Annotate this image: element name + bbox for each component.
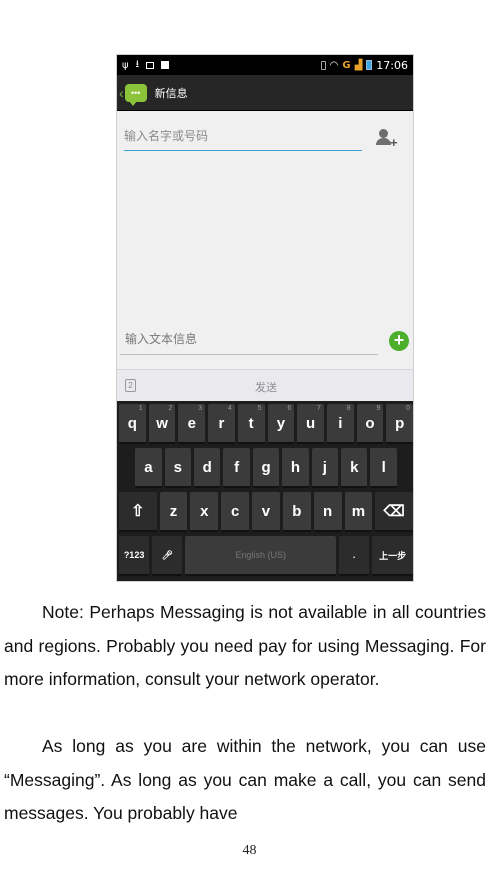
space-key[interactable]: English (US): [185, 536, 337, 576]
back-chevron-icon[interactable]: ‹: [119, 85, 124, 101]
download-icon: ⭳: [135, 58, 140, 70]
recipient-input[interactable]: 输入名字或号码: [124, 123, 362, 151]
key-number-hint: 0: [406, 405, 411, 412]
soft-keyboard: q1w2e3r4t5y6u7i8o9p0 asdfghjkl ⇧ z x c v b n m ⌫…: [117, 401, 413, 581]
backspace-icon[interactable]: ⌫: [375, 492, 413, 532]
key-b[interactable]: b: [282, 492, 311, 532]
key-m[interactable]: m: [344, 492, 373, 532]
messaging-app-icon[interactable]: •••: [124, 83, 147, 106]
add-contact-icon[interactable]: +: [375, 127, 399, 150]
keyboard-row-4: ?123 🎤︎ English (US) . 上一步: [119, 536, 413, 576]
key-x[interactable]: x: [190, 492, 219, 532]
key-number-hint: 1: [138, 405, 143, 412]
keyboard-row-3: ⇧ z x c v b n m ⌫: [119, 492, 413, 532]
symbols-key[interactable]: ?123: [119, 536, 150, 576]
clock: 17:06: [376, 58, 408, 72]
wifi-icon: ◠: [329, 59, 339, 71]
key-a[interactable]: a: [135, 448, 162, 488]
shift-icon[interactable]: ⇧: [119, 492, 157, 532]
key-r[interactable]: r4: [208, 404, 235, 444]
action-bar: ‹ ••• 新信息: [117, 75, 413, 111]
key-number-hint: 5: [257, 405, 262, 412]
key-p[interactable]: p0: [386, 404, 413, 444]
battery-icon: [366, 60, 373, 70]
key-j[interactable]: j: [311, 448, 339, 488]
key-number-hint: 8: [346, 405, 351, 412]
message-text-input[interactable]: 输入文本信息: [120, 323, 378, 355]
key-s[interactable]: s: [164, 448, 192, 488]
key-y[interactable]: y6: [267, 404, 295, 444]
key-number-hint: 2: [168, 405, 173, 412]
key-z[interactable]: z: [159, 492, 188, 532]
send-bar: 2 发送: [117, 369, 413, 401]
key-v[interactable]: v: [252, 492, 280, 532]
key-w[interactable]: w2: [148, 404, 176, 444]
key-n[interactable]: n: [313, 492, 342, 532]
key-number-hint: 4: [227, 405, 232, 412]
status-bar: ψ ⭳ ◠ G ▟ 17:06: [117, 55, 413, 75]
page-number: 48: [242, 843, 257, 858]
image-icon: [146, 61, 155, 69]
key-number-hint: 7: [317, 405, 321, 412]
key-q[interactable]: q1: [119, 404, 146, 444]
key-c[interactable]: c: [221, 492, 250, 532]
key-f[interactable]: f: [223, 448, 250, 488]
key-h[interactable]: h: [282, 448, 309, 488]
paragraph-network-text: As long as you are within the network, y…: [4, 736, 486, 823]
notification-icon: [161, 61, 170, 69]
key-t[interactable]: t5: [237, 404, 265, 444]
add-attachment-icon[interactable]: +: [389, 331, 409, 351]
screen-title: 新信息: [154, 86, 188, 100]
paragraph-note: Note: Perhaps Messaging is not available…: [4, 596, 486, 697]
key-d[interactable]: d: [194, 448, 221, 488]
key-i[interactable]: i8: [326, 404, 354, 444]
keyboard-row-2: asdfghjkl: [119, 448, 413, 488]
signal-icon: ▟: [354, 59, 363, 71]
network-type: G: [342, 59, 351, 71]
key-u[interactable]: u7: [297, 404, 324, 444]
key-number-hint: 3: [198, 405, 203, 412]
usb-icon: ψ: [122, 59, 129, 71]
paragraph-network: As long as you are within the network, y…: [4, 730, 486, 831]
previous-key[interactable]: 上一步: [372, 536, 413, 576]
vibrate-icon: [320, 60, 326, 70]
key-number-hint: 9: [376, 405, 381, 412]
phone-screenshot: ψ ⭳ ◠ G ▟ 17:06 ‹ ••• 新信息 输入名字或号码 + 输入文本…: [116, 54, 414, 582]
microphone-icon[interactable]: 🎤︎: [152, 536, 183, 576]
key-e[interactable]: e3: [178, 404, 206, 444]
key-number-hint: 6: [287, 405, 292, 412]
period-key[interactable]: .: [339, 536, 370, 576]
paragraph-note-text: Note: Perhaps Messaging is not available…: [4, 602, 486, 689]
key-o[interactable]: o9: [356, 404, 384, 444]
key-l[interactable]: l: [370, 448, 397, 488]
key-k[interactable]: k: [341, 448, 368, 488]
send-button[interactable]: 发送: [117, 379, 413, 395]
keyboard-row-1: q1w2e3r4t5y6u7i8o9p0: [119, 404, 413, 444]
key-g[interactable]: g: [252, 448, 280, 488]
